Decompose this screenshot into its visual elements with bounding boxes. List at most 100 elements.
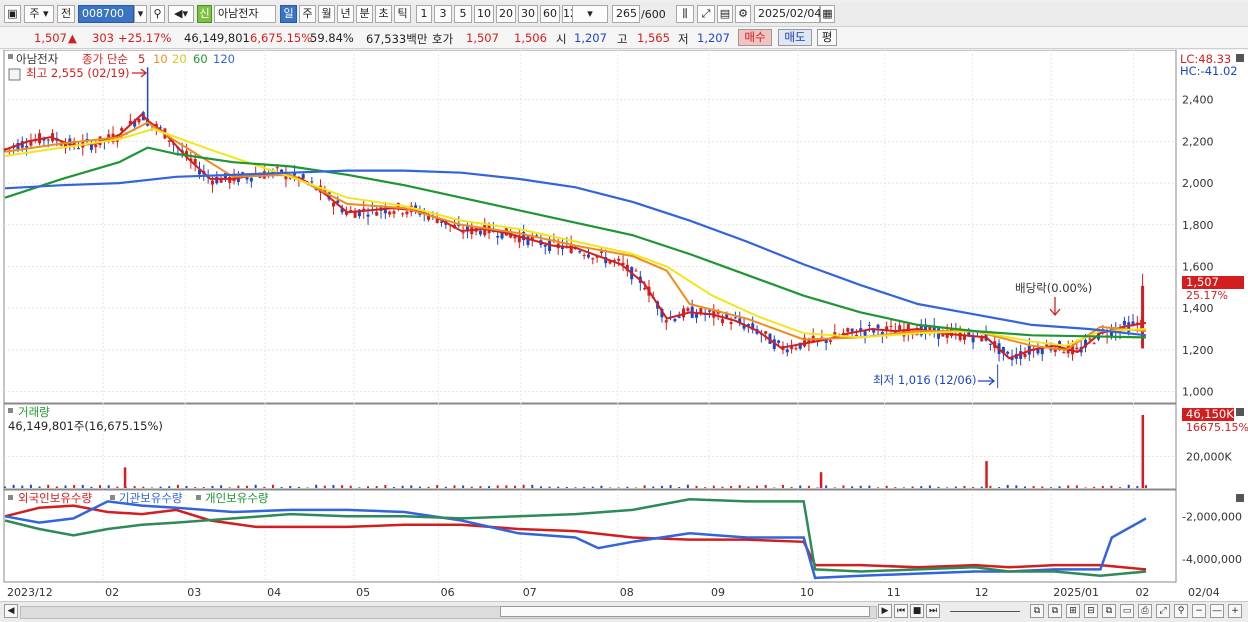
volume-bar xyxy=(220,485,222,488)
candle-body xyxy=(1006,352,1009,354)
candle-body xyxy=(367,215,370,217)
scroll-left-icon[interactable]: ◀ xyxy=(4,604,18,618)
zoom-icon[interactable]: ⧉ xyxy=(1030,604,1044,618)
volume-bar xyxy=(972,487,974,488)
crosshair-icon[interactable]: ⤢ xyxy=(697,5,715,23)
volume-bar xyxy=(661,486,663,488)
candle-body xyxy=(47,140,50,141)
eval-button[interactable]: 평 xyxy=(817,29,837,46)
bottom-scrollbar[interactable]: ◀ ▶ ⏮ ■ ⏭ ⧉ ⧉ ⊞ ⊟ ⧉ ▭ ⎙ ⤢ ⚲ − ― + xyxy=(0,601,1248,622)
expand-icon[interactable]: ⤢ xyxy=(1156,604,1170,618)
volume-bar xyxy=(514,486,516,488)
interval-button-3[interactable]: 3 xyxy=(434,5,452,23)
date-input[interactable]: 2025/02/04 xyxy=(754,5,820,23)
volume-bar xyxy=(419,487,421,488)
volume-bar xyxy=(1015,485,1017,488)
candle-body xyxy=(1023,354,1026,357)
calendar-icon[interactable]: ▦ xyxy=(820,5,835,23)
interval-button-60[interactable]: 60 xyxy=(540,5,560,23)
panel-close-icon[interactable] xyxy=(1236,54,1244,62)
chart-area[interactable]: 1,0001,2001,4001,6001,8002,0002,2002,400… xyxy=(0,50,1248,601)
first-icon[interactable]: ⏮ xyxy=(894,604,908,618)
zoom-out-icon[interactable]: − xyxy=(1192,604,1206,618)
volume-spike xyxy=(124,467,127,488)
stop-icon[interactable]: ■ xyxy=(910,604,924,618)
volume-bar xyxy=(1093,487,1095,488)
volume-bar xyxy=(704,487,706,488)
zoom-slider[interactable] xyxy=(950,611,1020,612)
volume-bar xyxy=(851,486,853,488)
stock-code-input[interactable]: 008700 xyxy=(78,5,134,23)
volume-bar xyxy=(177,485,179,488)
candle-icon[interactable]: ⫼ xyxy=(676,5,694,23)
holding-legend-individual: 개인보유수량 xyxy=(205,491,269,505)
period-tab-4[interactable]: 분 xyxy=(356,5,373,23)
candle-body xyxy=(730,322,733,324)
copy-icon[interactable]: ⧉ xyxy=(1102,604,1116,618)
line-icon[interactable]: ― xyxy=(1210,604,1224,618)
interval-button-10[interactable]: 10 xyxy=(474,5,494,23)
volume-bar xyxy=(791,487,793,488)
period-tab-0[interactable]: 일 xyxy=(280,5,297,23)
market-select[interactable]: 주 ▾ xyxy=(24,5,54,23)
split-icon[interactable]: ⊞ xyxy=(1066,604,1080,618)
interval-button-20[interactable]: 20 xyxy=(496,5,516,23)
volume-panel-close-icon[interactable] xyxy=(1236,408,1244,416)
table-icon[interactable] xyxy=(9,69,20,80)
volume-bar xyxy=(886,486,888,488)
volume-bar xyxy=(575,487,577,488)
interval-button-1[interactable]: 1 xyxy=(416,5,432,23)
period-tab-2[interactable]: 월 xyxy=(318,5,335,23)
date-tick-label: 05 xyxy=(356,586,370,599)
period-tab-6[interactable]: 틱 xyxy=(394,5,411,23)
sell-button[interactable]: 매도 xyxy=(778,29,812,46)
stock-chart[interactable]: 1,0001,2001,4001,6001,8002,0002,2002,400… xyxy=(0,50,1248,601)
interval-button-5[interactable]: 5 xyxy=(454,5,472,23)
image-icon[interactable]: ▭ xyxy=(1120,604,1134,618)
candle-body xyxy=(578,251,581,252)
period-tab-1[interactable]: 주 xyxy=(299,5,316,23)
candle-body xyxy=(868,325,871,326)
layout-icon[interactable]: ⧉ xyxy=(1048,604,1062,618)
date-axis: 2023/1202030405060708091011122025/010202… xyxy=(7,586,1220,599)
volume-pct-tag: 16675.15% xyxy=(1186,421,1248,434)
search-icon[interactable]: ⚲ xyxy=(150,5,165,23)
candle-body xyxy=(401,213,404,214)
chevron-down-icon[interactable]: ▾ xyxy=(134,5,147,23)
last-icon[interactable]: ⏭ xyxy=(926,604,940,618)
scroll-right-icon[interactable]: ▶ xyxy=(878,604,892,618)
volume-bar xyxy=(73,485,75,488)
volume-bar xyxy=(255,485,257,488)
grid-icon[interactable]: ⊟ xyxy=(1084,604,1098,618)
volume-bar xyxy=(868,486,870,488)
volume-bar xyxy=(116,487,118,488)
interval-button-30[interactable]: 30 xyxy=(518,5,538,23)
volume-bar xyxy=(1110,486,1112,488)
holding-panel-close-icon[interactable] xyxy=(1236,494,1244,502)
volume-bar xyxy=(739,485,741,488)
prev-button[interactable]: 전 xyxy=(57,5,75,23)
zoom-in-icon[interactable]: + xyxy=(1228,604,1242,618)
volume-bar xyxy=(39,486,41,488)
candle-body xyxy=(211,181,214,185)
volume-bar xyxy=(912,486,914,488)
search-zoom-icon[interactable]: ⚲ xyxy=(1174,604,1188,618)
buy-button[interactable]: 매수 xyxy=(738,29,772,46)
volume-bar xyxy=(523,485,525,488)
ask-label: 호가 xyxy=(432,31,453,47)
speaker-icon[interactable]: ◀▾ xyxy=(168,5,194,23)
gear-icon[interactable]: ⚙ xyxy=(735,5,751,23)
print-icon[interactable]: ⎙ xyxy=(1138,604,1152,618)
period-tab-3[interactable]: 년 xyxy=(337,5,354,23)
scroll-thumb[interactable] xyxy=(500,606,870,617)
volume-bar xyxy=(687,485,689,488)
window-icon[interactable]: ▣ xyxy=(4,5,21,23)
candle-body xyxy=(764,331,767,333)
save-icon[interactable]: ▤ xyxy=(717,5,733,23)
high-price: 1,565 xyxy=(637,31,670,45)
count-input[interactable]: 265 xyxy=(612,5,640,23)
period-dropdown[interactable]: ▾ xyxy=(572,5,608,23)
period-tab-5[interactable]: 초 xyxy=(375,5,392,23)
volume-bar xyxy=(998,487,1000,488)
volume-bar xyxy=(90,487,92,488)
